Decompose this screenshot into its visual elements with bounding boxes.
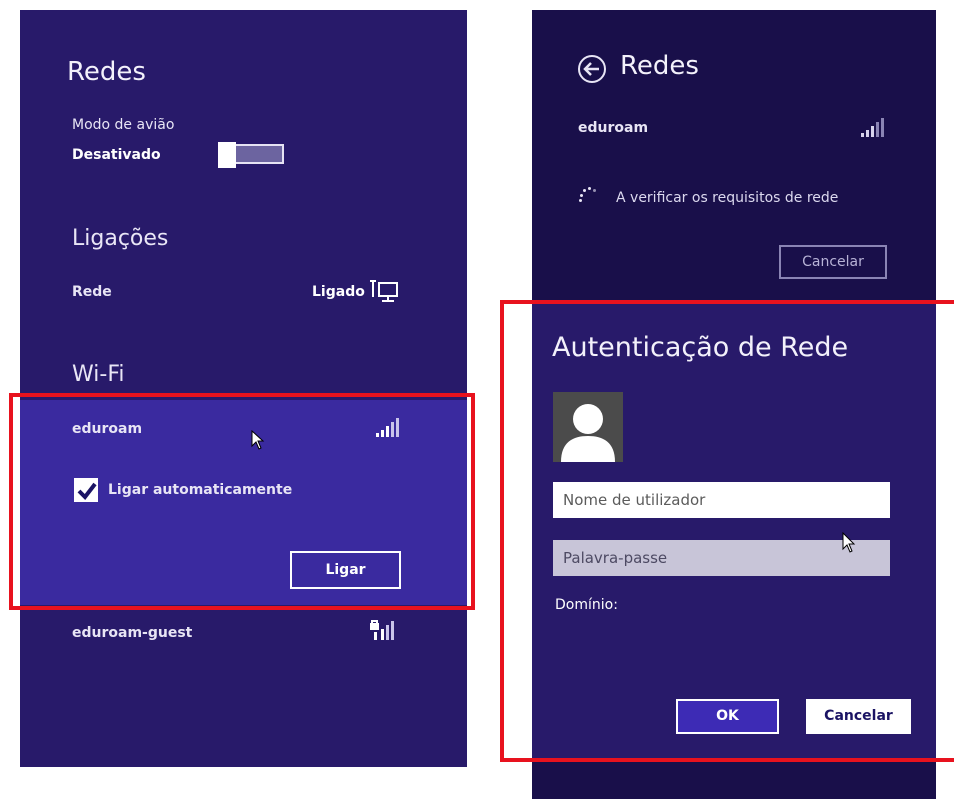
cancel-connecting-button[interactable]: Cancelar — [779, 245, 887, 279]
airplane-mode-toggle[interactable] — [218, 142, 284, 168]
wired-network-state: Ligado — [312, 284, 365, 300]
wifi-secured-icon — [370, 620, 400, 646]
wired-network-label[interactable]: Rede — [72, 284, 112, 300]
toggle-thumb — [218, 142, 236, 168]
ethernet-icon — [370, 279, 400, 309]
connections-heading: Ligações — [72, 226, 169, 251]
highlight-frame-left — [9, 393, 475, 610]
wifi-signal-icon — [861, 118, 885, 142]
back-arrow-icon[interactable] — [577, 54, 607, 88]
highlight-frame-right — [500, 300, 954, 762]
airplane-mode-label: Modo de avião — [72, 117, 175, 133]
other-network-name[interactable]: eduroam-guest — [72, 625, 192, 641]
wifi-heading: Wi-Fi — [72, 362, 125, 387]
auth-dialog-footer — [532, 762, 936, 799]
connecting-status: A verificar os requisitos de rede — [616, 190, 839, 206]
connecting-network-name: eduroam — [578, 120, 649, 136]
airplane-mode-state: Desativado — [72, 147, 161, 163]
page-title: Redes — [67, 57, 146, 87]
connecting-title: Redes — [620, 51, 699, 81]
loading-spinner-icon — [578, 187, 598, 207]
